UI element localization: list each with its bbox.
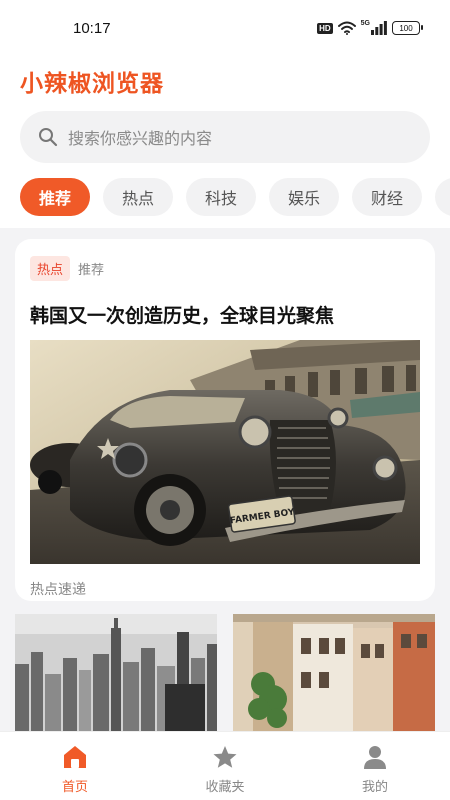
news-thumbnail-street[interactable] [233, 614, 435, 731]
search-bar[interactable]: 搜索你感兴趣的内容 [20, 111, 430, 163]
tab-tech[interactable]: 科技 [186, 178, 256, 216]
tab-more[interactable] [435, 178, 450, 216]
tab-hot[interactable]: 热点 [103, 178, 173, 216]
status-icons: HD 5G 100 [317, 19, 423, 35]
featured-news-card[interactable]: 热点 推荐 韩国又一次创造历史，全球目光聚焦 FARMER BOY 热点速递 [15, 239, 435, 601]
nav-home-label: 首页 [61, 780, 88, 795]
tag-hot: 热点 [30, 256, 71, 281]
hd-icon: HD [317, 22, 333, 34]
card-tags: 热点 推荐 [30, 256, 104, 281]
network-type: 5G [360, 19, 370, 27]
nav-favorites-label: 收藏夹 [205, 780, 245, 795]
tab-entertainment[interactable]: 娱乐 [269, 178, 339, 216]
battery-icon: 100 [392, 21, 423, 35]
news-feed[interactable]: 热点 推荐 韩国又一次创造历史，全球目光聚焦 FARMER BOY 热点速递 [0, 228, 450, 731]
nav-home[interactable]: 首页 [0, 732, 150, 800]
news-source: 热点速递 [30, 582, 86, 598]
status-bar: 10:17 HD 5G 100 [0, 0, 450, 56]
news-title[interactable]: 韩国又一次创造历史，全球目光聚焦 [30, 301, 334, 328]
nav-profile[interactable]: 我的 [300, 732, 450, 800]
news-image[interactable]: FARMER BOY [30, 340, 420, 564]
status-time: 10:17 [73, 20, 111, 37]
category-tabs: 推荐 热点 科技 娱乐 财经 [20, 178, 450, 216]
nav-favorites[interactable]: 收藏夹 [150, 732, 300, 800]
search-icon [39, 128, 58, 147]
star-icon [213, 746, 237, 768]
app-title: 小辣椒浏览器 [20, 71, 164, 97]
home-icon [64, 746, 86, 768]
tab-finance[interactable]: 财经 [352, 178, 422, 216]
nav-profile-label: 我的 [361, 780, 388, 795]
tag-recommend: 推荐 [78, 263, 105, 278]
tab-recommend[interactable]: 推荐 [20, 178, 90, 216]
wifi-icon [337, 21, 356, 35]
search-input[interactable]: 搜索你感兴趣的内容 [68, 125, 212, 149]
signal-icon [371, 21, 387, 35]
user-icon [364, 746, 386, 769]
bottom-nav: 首页 收藏夹 我的 [0, 731, 450, 800]
news-thumbnail-city[interactable] [15, 614, 217, 731]
